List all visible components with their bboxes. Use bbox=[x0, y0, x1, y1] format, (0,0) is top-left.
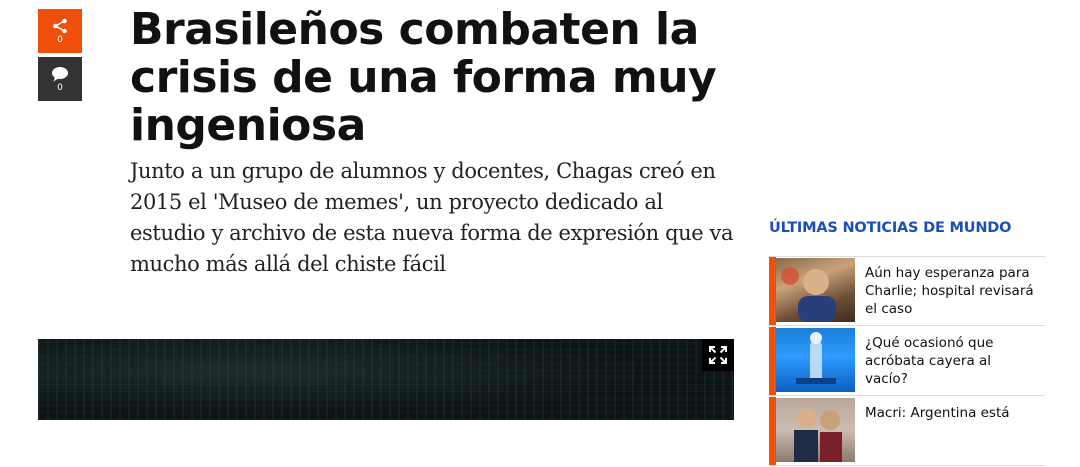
article-dek: Junto a un grupo de alumnos y docentes, … bbox=[130, 159, 734, 276]
article-headline: Brasileños combaten la crisis de una for… bbox=[130, 4, 717, 151]
latest-news-sidebar: ÚLTIMAS NOTICIAS DE MUNDO Aún hay espera… bbox=[769, 218, 1045, 467]
video-frame bbox=[38, 339, 734, 420]
thumbnail-image bbox=[794, 408, 842, 462]
fullscreen-button[interactable] bbox=[702, 339, 734, 371]
news-thumbnail[interactable] bbox=[776, 328, 855, 392]
news-item-macri[interactable]: Macri: Argentina está bbox=[769, 397, 1045, 466]
news-thumbnail[interactable] bbox=[776, 398, 855, 462]
comment-icon bbox=[52, 66, 68, 81]
expand-icon bbox=[709, 346, 727, 364]
news-thumbnail[interactable] bbox=[776, 258, 855, 322]
share-rail: 0 0 bbox=[38, 9, 82, 101]
thumbnail-image bbox=[796, 332, 836, 384]
comments-button[interactable]: 0 bbox=[38, 57, 82, 101]
share-count: 0 bbox=[57, 34, 63, 45]
news-list: Aún hay esperanza para Charlie; hospital… bbox=[769, 256, 1045, 466]
share-icon bbox=[53, 18, 67, 33]
comment-count: 0 bbox=[57, 82, 63, 93]
news-title: Aún hay esperanza para Charlie; hospital… bbox=[865, 265, 1034, 317]
video-player[interactable] bbox=[38, 339, 734, 420]
news-item-charlie[interactable]: Aún hay esperanza para Charlie; hospital… bbox=[769, 257, 1045, 326]
news-accent-bar bbox=[769, 257, 776, 325]
news-title: ¿Qué ocasionó que acróbata cayera al vac… bbox=[865, 335, 994, 387]
news-item-acrobata[interactable]: ¿Qué ocasionó que acróbata cayera al vac… bbox=[769, 327, 1045, 396]
news-accent-bar bbox=[769, 327, 776, 395]
thumbnail-image bbox=[781, 267, 836, 322]
news-title: Macri: Argentina está bbox=[865, 405, 1010, 421]
sidebar-title: ÚLTIMAS NOTICIAS DE MUNDO bbox=[769, 220, 1012, 236]
share-button[interactable]: 0 bbox=[38, 9, 82, 53]
news-accent-bar bbox=[769, 397, 776, 465]
